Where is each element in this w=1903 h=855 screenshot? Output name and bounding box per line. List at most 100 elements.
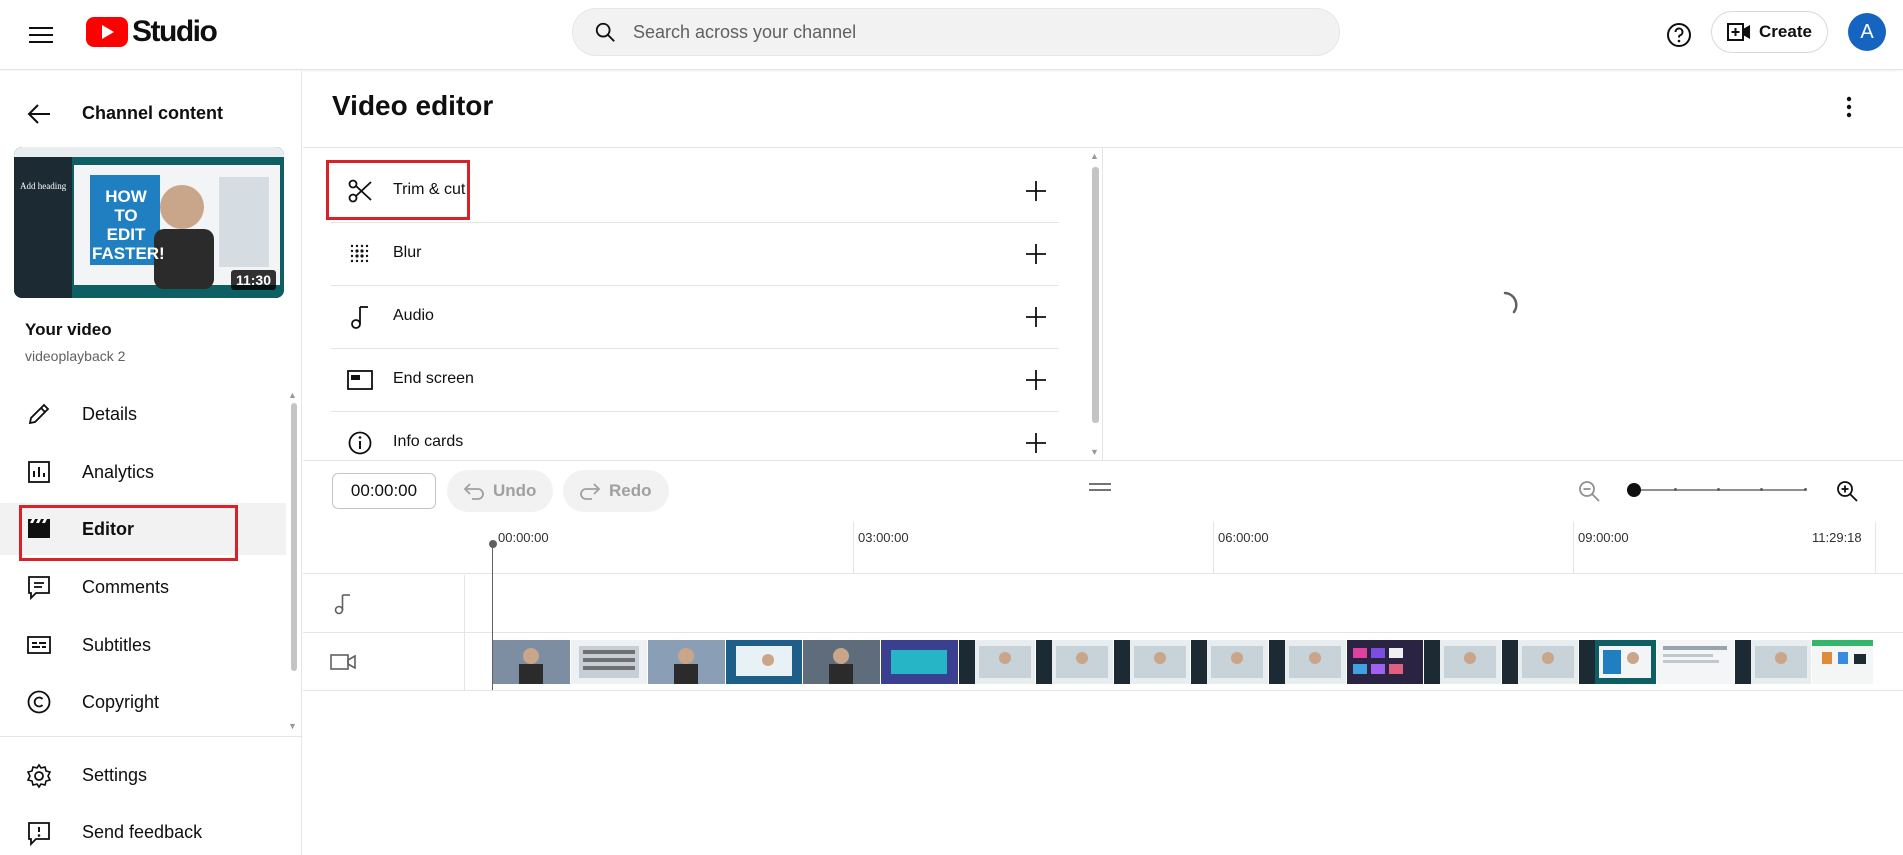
undo-button[interactable]: Undo: [447, 470, 553, 512]
avatar[interactable]: A: [1848, 13, 1886, 51]
music-note-icon: [328, 589, 358, 619]
sidebar-item-subtitles[interactable]: Subtitles: [0, 619, 286, 671]
panel-divider: [303, 460, 1903, 461]
search-input[interactable]: [633, 21, 1233, 43]
tick-line: [1875, 522, 1876, 574]
sidebar-item-send-feedback[interactable]: Send feedback: [0, 807, 300, 855]
more-options-icon[interactable]: [1834, 92, 1864, 122]
sidebar-item-label: Settings: [82, 765, 148, 785]
tool-blur[interactable]: Blur: [331, 223, 1059, 286]
sidebar-item-comments[interactable]: Comments: [0, 561, 286, 613]
tool-trim-and-cut[interactable]: Trim & cut: [331, 160, 1059, 223]
redo-label: Redo: [609, 481, 652, 500]
add-blur-plus-icon[interactable]: [1021, 239, 1051, 269]
undo-icon: [463, 483, 484, 500]
blur-icon: [345, 239, 375, 269]
sidebar-scroll-up-icon[interactable]: ▲: [288, 390, 297, 400]
zoom-slider-knob[interactable]: [1627, 483, 1641, 497]
studio-logo[interactable]: Studio: [86, 15, 218, 48]
zoom-tick: [1717, 488, 1720, 491]
top-header: Studio Create A: [0, 0, 1903, 70]
sidebar-item-copyright[interactable]: Copyright: [0, 676, 286, 728]
timeline-ruler[interactable]: 00:00:00 03:00:00 06:00:00 09:00:00 11:2…: [303, 522, 1903, 574]
add-end-screen-plus-icon[interactable]: [1021, 365, 1051, 395]
comment-icon: [24, 572, 54, 602]
filmstrip-frame: [725, 640, 803, 684]
filmstrip-frame: [1579, 640, 1656, 684]
add-trim-plus-icon[interactable]: [1021, 176, 1051, 206]
copyright-icon: [24, 687, 54, 717]
filmstrip-frame: [648, 640, 725, 684]
clapperboard-icon: [24, 514, 54, 544]
filmstrip-frame: [1346, 640, 1424, 684]
tool-label: Blur: [393, 244, 422, 261]
undo-label: Undo: [493, 481, 537, 500]
end-screen-icon: [345, 365, 375, 395]
create-video-icon: [1727, 23, 1751, 41]
filmstrip-frame: [1656, 640, 1734, 684]
search-bar[interactable]: [572, 8, 1340, 56]
sidebar-scrollbar[interactable]: [291, 403, 297, 671]
create-button[interactable]: Create: [1711, 11, 1828, 53]
zoom-in-icon[interactable]: [1832, 476, 1862, 506]
playhead-handle[interactable]: [489, 540, 497, 548]
resize-handle-icon[interactable]: [1087, 481, 1113, 493]
filmstrip-frame: [1036, 640, 1113, 684]
sidebar-scroll-down-icon[interactable]: ▼: [288, 721, 297, 731]
sidebar-item-settings[interactable]: Settings: [0, 750, 300, 802]
tool-info-cards[interactable]: Info cards: [331, 412, 1059, 475]
preview-divider: [1102, 148, 1103, 460]
back-to-channel-content[interactable]: Channel content: [0, 91, 302, 135]
sidebar-item-label: Details: [82, 403, 138, 424]
analytics-icon: [24, 457, 54, 487]
feedback-icon: [24, 818, 54, 848]
sidebar-item-label: Analytics: [82, 461, 155, 482]
tool-label: Trim & cut: [393, 181, 466, 198]
time-tick-label: 09:00:00: [1578, 530, 1629, 545]
time-tick-label: 06:00:00: [1218, 530, 1269, 545]
redo-button[interactable]: Redo: [563, 470, 669, 512]
back-arrow-icon[interactable]: [24, 99, 54, 129]
tick-line: [1213, 522, 1214, 574]
video-track-header: [303, 633, 465, 691]
zoom-tick: [1804, 488, 1807, 491]
sidebar-item-editor[interactable]: Editor: [0, 503, 286, 555]
tools-scroll-down-icon[interactable]: ▼: [1090, 447, 1099, 457]
create-label: Create: [1759, 22, 1812, 41]
current-time-field[interactable]: 00:00:00: [332, 473, 436, 509]
thumbnail-headline: HOW TO EDIT FASTER!: [92, 187, 165, 263]
search-icon[interactable]: [591, 18, 619, 46]
zoom-tick: [1674, 488, 1677, 491]
video-filmstrip[interactable]: [493, 640, 1873, 684]
tool-label: Audio: [393, 307, 434, 324]
time-tick-label: 11:29:18: [1812, 530, 1862, 545]
help-icon[interactable]: [1662, 18, 1696, 52]
playhead[interactable]: [492, 545, 493, 690]
filmstrip-frame: [880, 640, 958, 684]
filmstrip-frame: [493, 640, 570, 684]
tool-label: Info cards: [393, 433, 464, 450]
tools-scroll-up-icon[interactable]: ▲: [1090, 151, 1099, 161]
tool-end-screen[interactable]: End screen: [331, 349, 1059, 412]
thumbnail-headline-line-3: FASTER!: [92, 244, 165, 263]
menu-icon[interactable]: [24, 18, 58, 52]
add-audio-plus-icon[interactable]: [1021, 302, 1051, 332]
sidebar-divider: [0, 736, 302, 737]
filmstrip-frame: [1268, 640, 1346, 684]
tool-audio[interactable]: Audio: [331, 286, 1059, 349]
video-thumbnail[interactable]: Add heading HOW TO EDIT FASTER! 11:30: [14, 147, 284, 298]
audio-track[interactable]: [303, 575, 1903, 633]
music-note-icon: [345, 302, 375, 332]
tool-label: End screen: [393, 370, 474, 387]
sidebar-item-details[interactable]: Details: [0, 388, 286, 440]
add-info-card-plus-icon[interactable]: [1021, 428, 1051, 458]
tools-scrollbar[interactable]: [1092, 167, 1099, 423]
sidebar-item-analytics[interactable]: Analytics: [0, 446, 286, 498]
thumbnail-headline-line-2: EDIT: [106, 225, 146, 244]
filmstrip-frame: [1734, 640, 1812, 684]
sidebar: Channel content Add heading HOW TO EDIT …: [0, 71, 302, 855]
sidebar-item-label: Send feedback: [82, 822, 203, 842]
zoom-out-icon[interactable]: [1574, 476, 1604, 506]
sidebar-item-label: Editor: [82, 518, 134, 539]
filmstrip-frame: [1113, 640, 1191, 684]
